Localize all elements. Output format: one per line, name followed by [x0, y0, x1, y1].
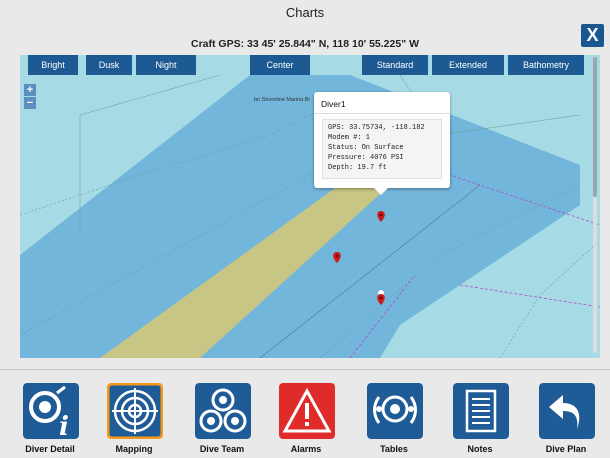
popup-modem: Modem #: 1 [328, 134, 371, 142]
diver-detail-icon: i [23, 383, 79, 439]
bathometry-chart-button[interactable]: Bathometry [508, 55, 584, 75]
tables-icon [367, 383, 423, 439]
map-scrollbar-thumb[interactable] [593, 57, 597, 197]
nav-tables[interactable]: Tables [356, 383, 432, 457]
zoom-in-button[interactable]: + [24, 84, 36, 96]
center-button[interactable]: Center [250, 55, 310, 75]
svg-text:i: i [59, 412, 69, 439]
window-title: Charts [285, 5, 325, 20]
popup-status: Status: On Surface [328, 144, 404, 152]
nav-mapping-label: Mapping [115, 444, 153, 454]
popup-divider [314, 113, 450, 114]
diver-info-popup: Diver1 GPS: 33.75734, -118.182 Modem #: … [314, 92, 450, 195]
extended-chart-button[interactable]: Extended [432, 55, 504, 75]
popup-title: Diver1 [321, 99, 346, 109]
alarm-warning-icon [279, 383, 335, 439]
notes-list-icon [453, 383, 509, 439]
zoom-out-button[interactable]: − [24, 97, 36, 109]
nav-dive-plan-label: Dive Plan [545, 444, 587, 454]
popup-depth: Depth: 19.7 ft [328, 164, 387, 172]
nav-alarms-label: Alarms [290, 444, 322, 454]
nav-notes-label: Notes [467, 444, 493, 454]
popup-pressure: Pressure: 4076 PSI [328, 154, 404, 162]
dive-team-icon [195, 383, 251, 439]
nav-dive-plan[interactable]: Dive Plan [528, 383, 604, 457]
target-icon [107, 383, 163, 439]
nav-diver-detail[interactable]: i Diver Detail [12, 383, 88, 457]
chart-view[interactable]: Bright Dusk Night Center Standard Extend… [20, 55, 600, 358]
nautical-chart-map[interactable] [20, 75, 600, 358]
nav-dive-team-label: Dive Team [199, 444, 245, 454]
back-arrow-icon [539, 383, 595, 439]
nav-diver-detail-label: Diver Detail [25, 444, 75, 454]
nav-notes[interactable]: Notes [442, 383, 518, 457]
nav-tables-label: Tables [380, 444, 408, 454]
chart-toolbar: Bright Dusk Night Center Standard Extend… [20, 55, 600, 75]
nav-alarms[interactable]: Alarms [268, 383, 344, 457]
night-mode-button[interactable]: Night [136, 55, 196, 75]
title-bar: Charts [0, 0, 610, 32]
popup-gps: GPS: 33.75734, -118.182 [328, 124, 425, 132]
craft-gps-readout: Craft GPS: 33 45' 25.844" N, 118 10' 55.… [191, 38, 419, 50]
nav-mapping[interactable]: Mapping [96, 383, 172, 457]
nav-dive-team[interactable]: Dive Team [184, 383, 260, 457]
bright-mode-button[interactable]: Bright [28, 55, 78, 75]
dusk-mode-button[interactable]: Dusk [86, 55, 132, 75]
popup-details: GPS: 33.75734, -118.182 Modem #: 1 Statu… [322, 119, 442, 179]
marina-label: bn Shoreline Marina Bi [254, 97, 310, 103]
standard-chart-button[interactable]: Standard [362, 55, 428, 75]
